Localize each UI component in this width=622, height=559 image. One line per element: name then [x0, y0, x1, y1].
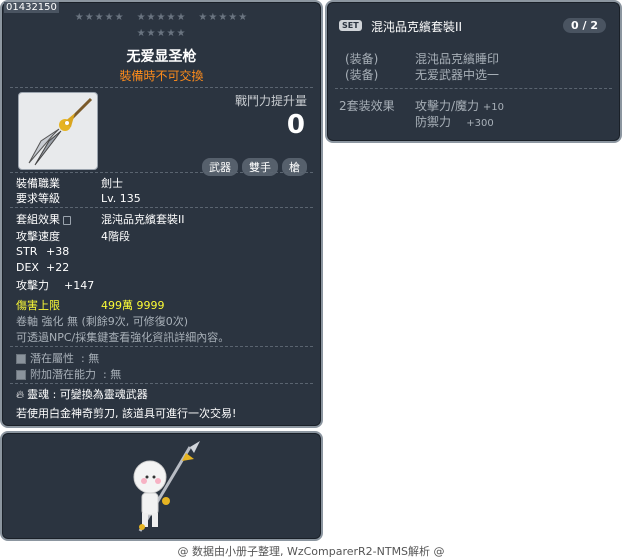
character-preview-panel — [0, 431, 323, 541]
power-increase-value: 0 — [286, 110, 305, 140]
potential-row: 潛在屬性 : 無 — [16, 350, 99, 366]
set-piece-label: (装备) — [345, 68, 379, 82]
footer-credit: @ 数据由小册子整理, WzComparerR2-NTMS解析 @ — [177, 545, 445, 558]
stat-dex: DEX +22 — [16, 261, 70, 274]
tag-weapon: 武器 — [202, 158, 238, 176]
tag-spear: 槍 — [282, 158, 307, 176]
set-tooltip-panel: SET 混沌品克繽套裝II 0 / 2 (装备) 混沌品克繽睡印 (装备) 无爱… — [325, 0, 622, 143]
item-tags: 武器 雙手 槍 — [202, 158, 307, 176]
soul-row: 🔥︎ 靈魂 : 可變換為靈魂武器 — [16, 388, 148, 401]
tag-two-handed: 雙手 — [242, 158, 278, 176]
power-increase-label: 戰鬥力提升量 — [234, 94, 307, 108]
divider — [10, 87, 313, 88]
character-avatar — [120, 439, 210, 535]
trade-notice: 裝備時不可交換 — [119, 69, 204, 83]
set-name: 混沌品克繽套裝II — [371, 20, 463, 34]
set-count-badge: 0 / 2 — [563, 18, 606, 33]
item-tooltip-panel: 01432150 ★★★★★ ★★★★★ ★★★★★ ★★★★★ 无爱显圣枪 裝備時… — [0, 0, 323, 428]
star-force-row-1: ★★★★★ ★★★★★ ★★★★★ — [74, 12, 249, 23]
stat-str: STR +38 — [16, 245, 70, 258]
divider — [10, 207, 313, 208]
divider — [335, 88, 612, 89]
attack-speed-row: 攻擊速度 4階段 — [16, 230, 130, 243]
set-piece-value: 混沌品克繽睡印 — [415, 52, 500, 66]
divider — [10, 346, 313, 347]
scroll-enhance-text: 卷軸 強化 無 (剩餘9次, 可修復0次) — [16, 315, 189, 328]
soul-flame-icon: 🔥︎ — [16, 388, 25, 401]
set-bonus-label: 2套装效果 — [339, 99, 395, 113]
set-effect-row: 套組效果 混沌品克繽套裝II — [16, 213, 185, 226]
enhance-info-text: 可透過NPC/採集鍵查看強化資訊詳細內容。 — [16, 331, 230, 344]
job-row: 裝備職業 劍士 — [16, 177, 123, 190]
set-piece-value: 无爱武器中选一 — [415, 68, 500, 82]
stat-attack: 攻擊力 +147 — [16, 279, 95, 292]
additional-potential-icon — [16, 370, 26, 380]
star-force-row-2: ★★★★★ — [136, 28, 187, 39]
set-bonus-line: 攻擊力/魔力 +10 — [415, 99, 504, 113]
lock-icon — [63, 215, 71, 225]
set-bonus-line: 防禦力 +300 — [415, 115, 494, 129]
potential-icon — [16, 354, 26, 364]
set-badge: SET — [339, 20, 362, 31]
divider — [10, 383, 313, 384]
additional-potential-row: 附加潛在能力 : 無 — [16, 366, 121, 382]
set-piece-label: (装备) — [345, 52, 379, 66]
level-row: 要求等級 Lv. 135 — [16, 192, 141, 205]
platinum-scissors-text: 若使用白金神奇剪刀, 該道具可進行一次交易! — [16, 407, 237, 420]
item-name: 无爱显圣枪 — [126, 49, 197, 65]
weapon-icon — [18, 92, 98, 170]
damage-cap-row: 傷害上限 499萬 9999 — [16, 299, 165, 312]
divider — [10, 172, 313, 173]
